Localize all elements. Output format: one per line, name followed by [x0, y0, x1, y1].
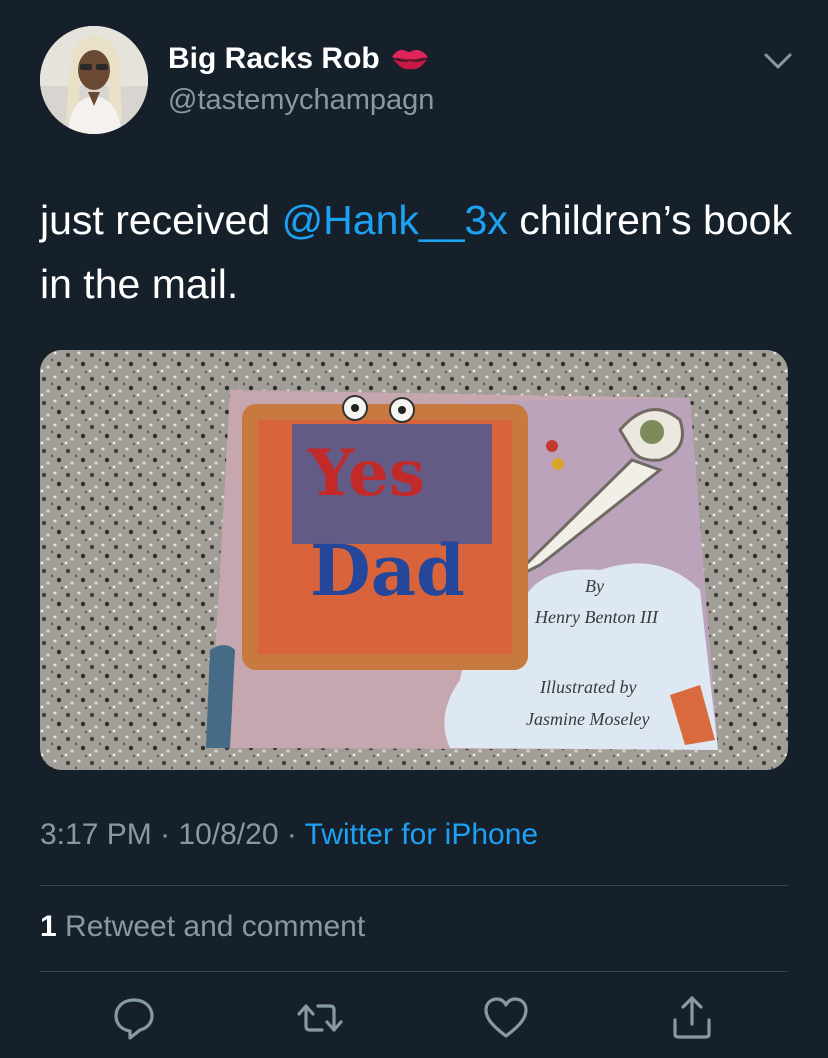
- tweet-source-link[interactable]: Twitter for iPhone: [305, 818, 538, 851]
- retweet-count: 1: [40, 910, 57, 943]
- meta-separator-1: ·: [151, 818, 179, 851]
- like-icon[interactable]: [480, 992, 532, 1044]
- book-illustrator: Jasmine Moseley: [526, 709, 649, 729]
- meta-separator-2: ·: [278, 818, 305, 851]
- tweet-text-before: just received: [40, 197, 282, 243]
- tweet-date: 10/8/20: [178, 818, 279, 851]
- book-title-line1: Yes: [307, 436, 425, 511]
- display-name-text: Big Racks Rob: [168, 42, 380, 75]
- retweet-icon[interactable]: [294, 992, 346, 1044]
- user-handle[interactable]: @tastemychampagn: [168, 84, 434, 117]
- tweet-media[interactable]: Yes Dad By Henry Benton III Illustrated …: [40, 350, 788, 770]
- book-by: By: [585, 576, 604, 596]
- chevron-down-icon[interactable]: [762, 48, 794, 74]
- tweet-meta: 3:17 PM · 10/8/20 · Twitter for iPhone: [40, 818, 538, 852]
- display-name[interactable]: Big Racks Rob: [168, 42, 430, 76]
- tweet: Big Racks Rob @tastemychampagn just rece…: [0, 0, 828, 1058]
- tweet-time: 3:17 PM: [40, 818, 152, 851]
- mention-link[interactable]: @Hank__3x: [282, 197, 508, 243]
- divider-top: [40, 885, 788, 886]
- book-cover: Yes Dad By Henry Benton III Illustrated …: [206, 390, 718, 750]
- book-title-line2: Dad: [310, 529, 465, 612]
- action-bar: [0, 992, 828, 1048]
- book-author: Henry Benton III: [534, 607, 659, 627]
- retweet-label: Retweet and comment: [56, 910, 366, 943]
- tweet-text: just received @Hank__3x children’s book …: [40, 188, 800, 316]
- divider-bottom: [40, 971, 788, 972]
- share-icon[interactable]: [666, 992, 718, 1044]
- retweet-stats[interactable]: 1 Retweet and comment: [40, 910, 365, 944]
- kiss-lips-icon: [391, 49, 428, 70]
- reply-icon[interactable]: [108, 992, 160, 1044]
- avatar[interactable]: [40, 26, 148, 134]
- book-illustrated-by: Illustrated by: [539, 677, 637, 697]
